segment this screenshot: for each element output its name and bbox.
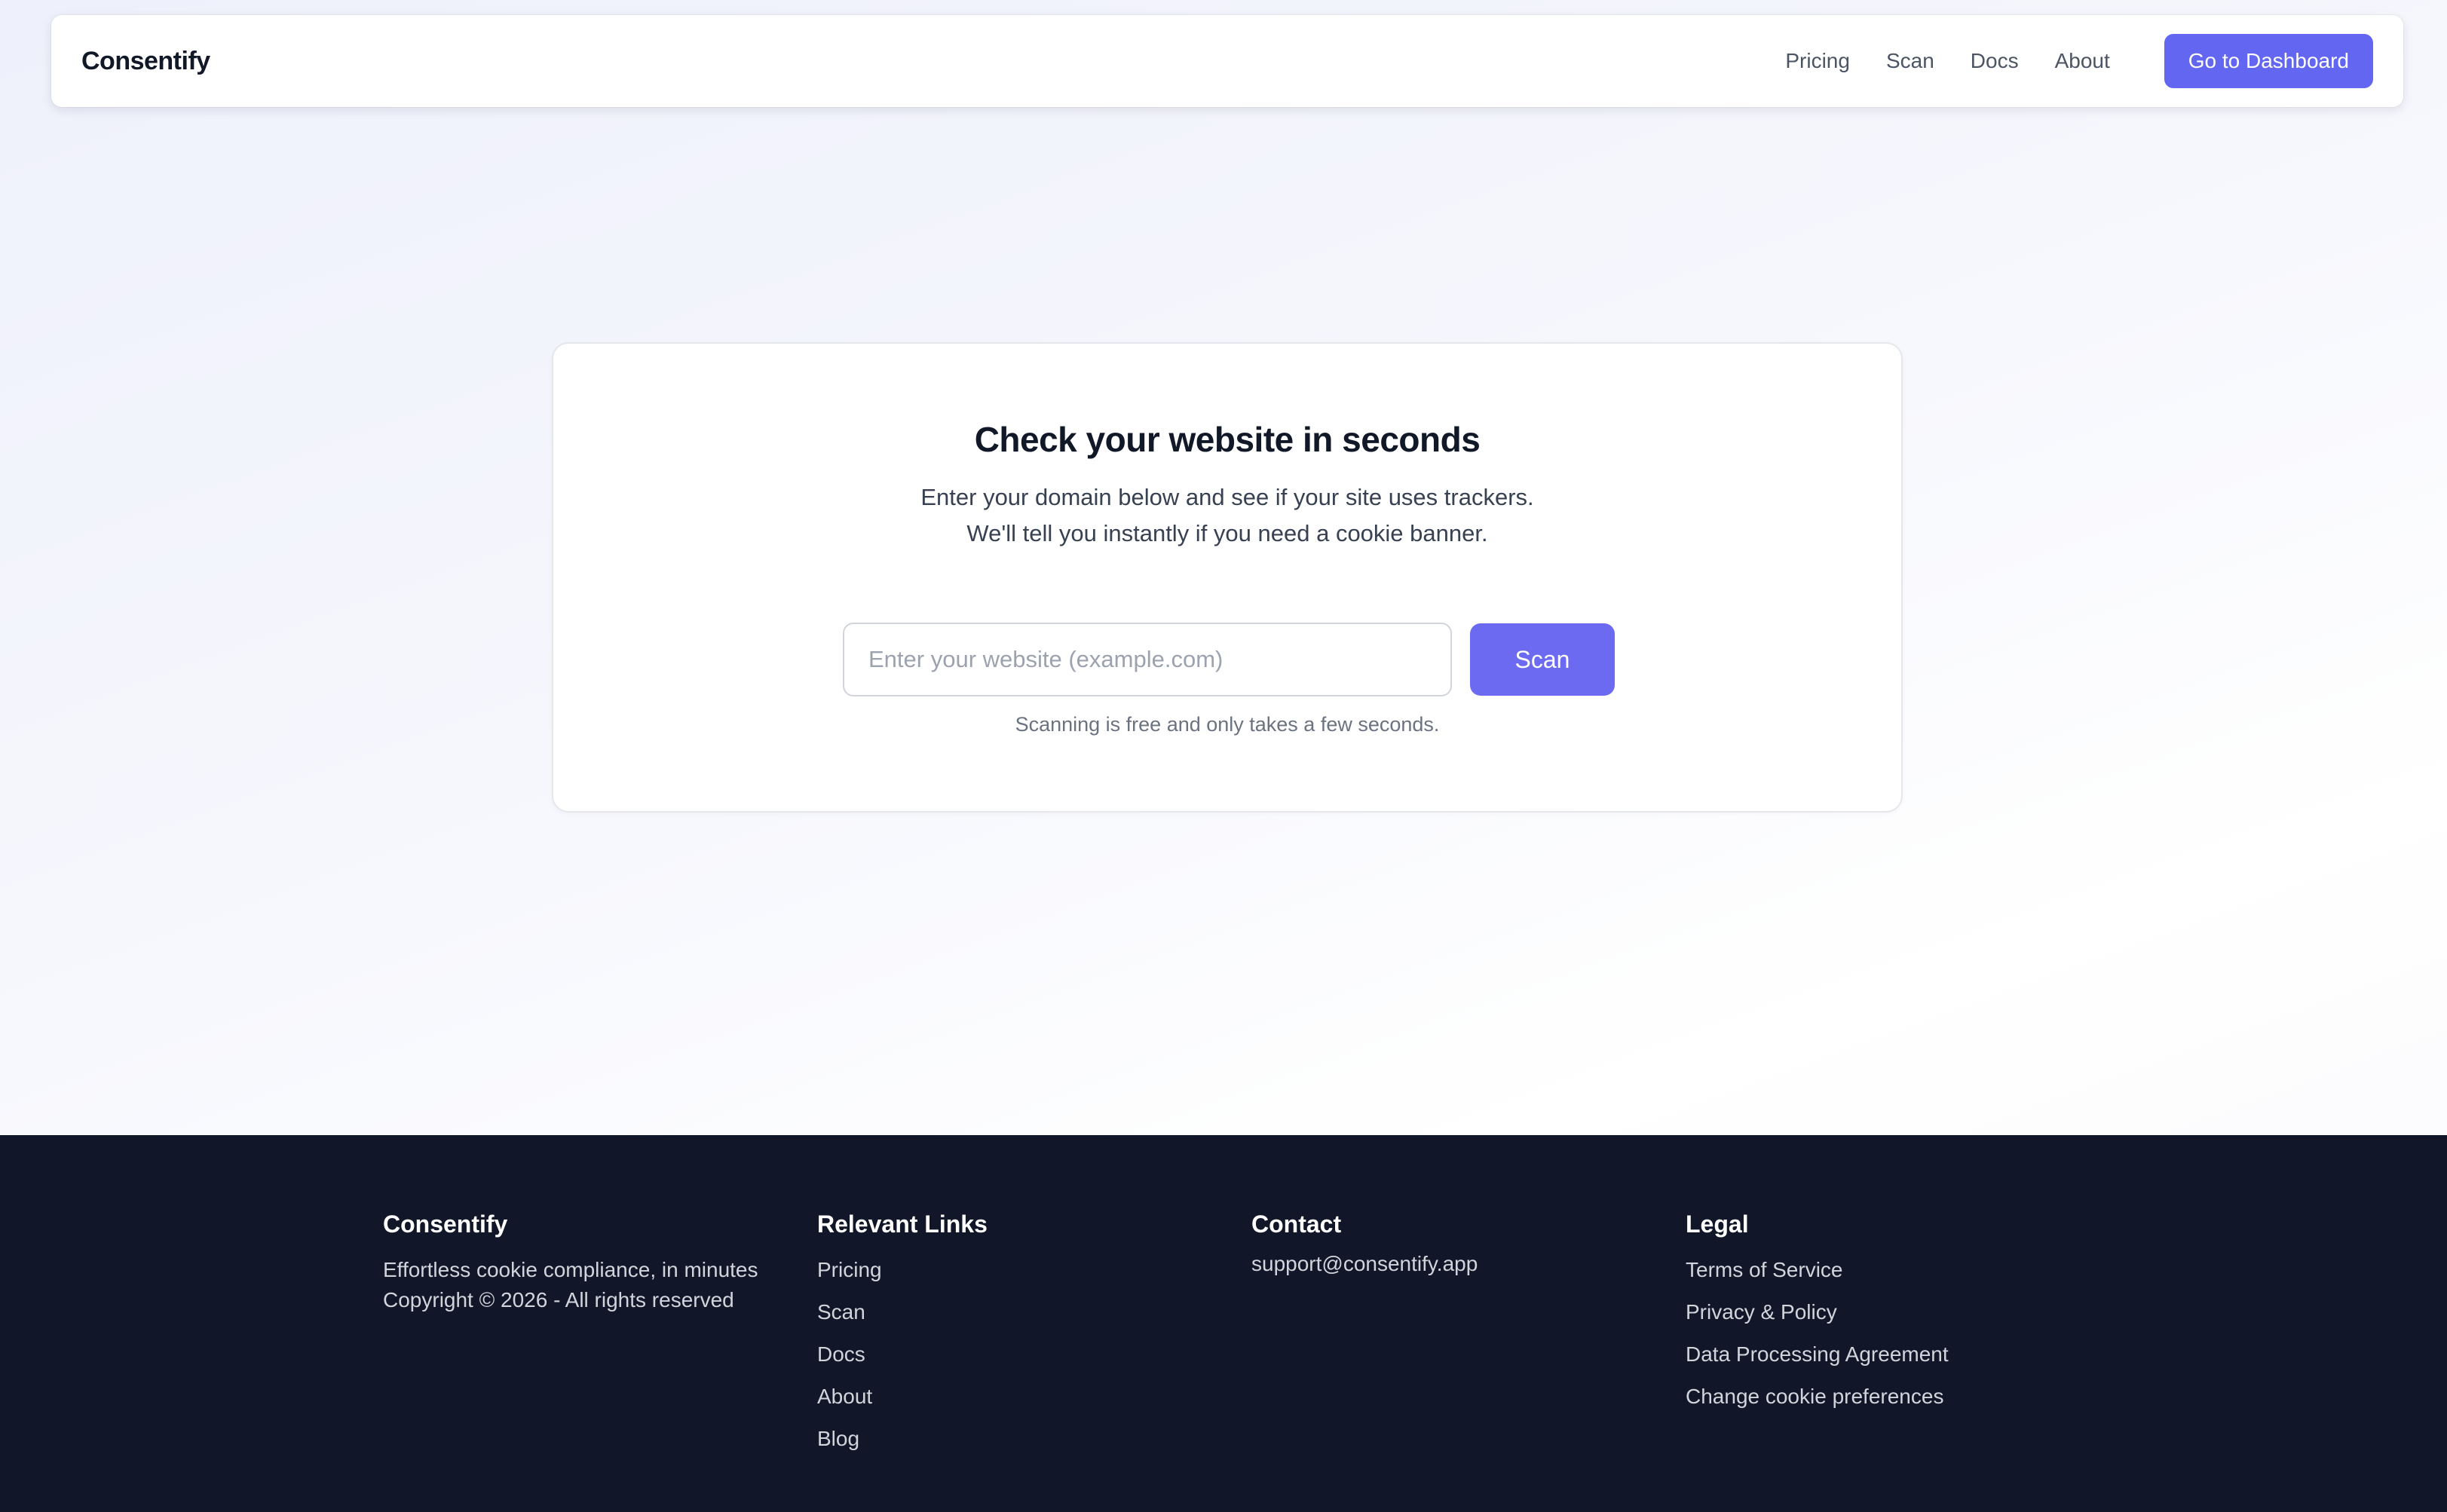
footer-brand-column: Consentify Effortless cookie compliance,… bbox=[383, 1211, 790, 1315]
scan-note: Scanning is free and only takes a few se… bbox=[1015, 713, 1440, 736]
card-subtitle-line-2: We'll tell you instantly if you need a c… bbox=[966, 520, 1488, 546]
card-subtitle-line-1: Enter your domain below and see if your … bbox=[920, 484, 1534, 510]
footer-legal-title: Legal bbox=[1686, 1211, 1749, 1238]
footer-legal-column: Legal Terms of Service Privacy & Policy … bbox=[1686, 1211, 2093, 1418]
footer-links-title: Relevant Links bbox=[817, 1211, 988, 1238]
card-title: Check your website in seconds bbox=[974, 420, 1481, 459]
nav-links: Pricing Scan Docs About bbox=[1785, 49, 2109, 73]
footer-link-docs[interactable]: Docs bbox=[817, 1333, 1224, 1376]
footer-link-about[interactable]: About bbox=[817, 1376, 1224, 1418]
go-to-dashboard-button[interactable]: Go to Dashboard bbox=[2164, 34, 2373, 88]
footer-link-terms[interactable]: Terms of Service bbox=[1686, 1249, 2093, 1291]
nav-link-about[interactable]: About bbox=[2055, 49, 2110, 73]
footer-contact-title: Contact bbox=[1251, 1211, 1342, 1238]
scan-card: Check your website in seconds Enter your… bbox=[552, 342, 1903, 813]
nav-link-docs[interactable]: Docs bbox=[1971, 49, 2019, 73]
scan-form: Scan bbox=[843, 623, 1615, 696]
footer-link-privacy[interactable]: Privacy & Policy bbox=[1686, 1291, 2093, 1333]
footer-contact-column: Contact support@consentify.app bbox=[1251, 1211, 1658, 1276]
footer-links-list: Pricing Scan Docs About Blog bbox=[817, 1249, 1224, 1460]
footer-contact-email[interactable]: support@consentify.app bbox=[1251, 1252, 1658, 1276]
footer: Consentify Effortless cookie compliance,… bbox=[0, 1135, 2447, 1512]
card-subtitle: Enter your domain below and see if your … bbox=[553, 479, 1901, 552]
footer-link-scan[interactable]: Scan bbox=[817, 1291, 1224, 1333]
nav-link-scan[interactable]: Scan bbox=[1886, 49, 1934, 73]
footer-link-pricing[interactable]: Pricing bbox=[817, 1249, 1224, 1291]
footer-link-dpa[interactable]: Data Processing Agreement bbox=[1686, 1333, 2093, 1376]
footer-link-cookie-preferences[interactable]: Change cookie preferences bbox=[1686, 1376, 2093, 1418]
footer-legal-list: Terms of Service Privacy & Policy Data P… bbox=[1686, 1249, 2093, 1418]
footer-links-column: Relevant Links Pricing Scan Docs About B… bbox=[817, 1211, 1224, 1460]
top-navbar: Consentify Pricing Scan Docs About Go to… bbox=[51, 15, 2403, 107]
footer-brand-title: Consentify bbox=[383, 1211, 508, 1238]
website-input[interactable] bbox=[843, 623, 1452, 696]
footer-copyright: Copyright © 2026 - All rights reserved bbox=[383, 1288, 734, 1312]
footer-tagline: Effortless cookie compliance, in minutes bbox=[383, 1258, 758, 1281]
nav-link-pricing[interactable]: Pricing bbox=[1785, 49, 1850, 73]
footer-link-blog[interactable]: Blog bbox=[817, 1418, 1224, 1460]
scan-button[interactable]: Scan bbox=[1470, 623, 1615, 696]
brand-logo[interactable]: Consentify bbox=[81, 47, 210, 76]
